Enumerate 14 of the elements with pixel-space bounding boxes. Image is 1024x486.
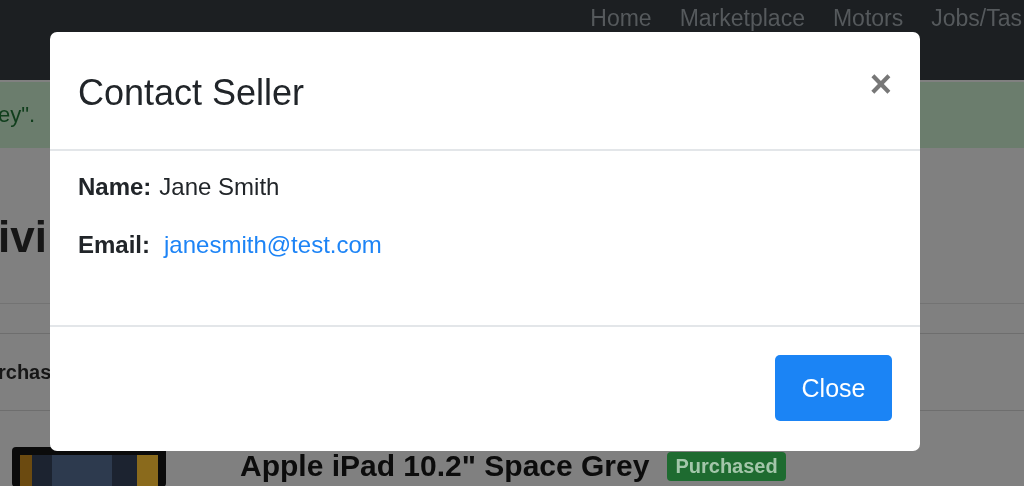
nav-link[interactable]: Jobs/Tas <box>931 6 1022 30</box>
page-heading: ivi <box>0 211 47 262</box>
field-value: Jane Smith <box>159 173 280 201</box>
column-header: rchas <box>0 360 52 384</box>
modal-title: Contact Seller <box>78 71 305 114</box>
status-badge: Purchased <box>667 452 786 481</box>
field-label: Name: <box>78 173 152 201</box>
product-title[interactable]: Apple iPad 10.2" Space Grey <box>240 449 650 483</box>
close-button[interactable]: Close <box>775 355 892 421</box>
nav-link[interactable]: Home <box>590 6 652 30</box>
nav-link[interactable]: Motors <box>832 6 904 30</box>
email-link[interactable]: janesmith@test.com <box>164 231 382 259</box>
nav-link[interactable]: Marketplace <box>679 6 805 30</box>
field-label: Email: <box>78 231 151 259</box>
